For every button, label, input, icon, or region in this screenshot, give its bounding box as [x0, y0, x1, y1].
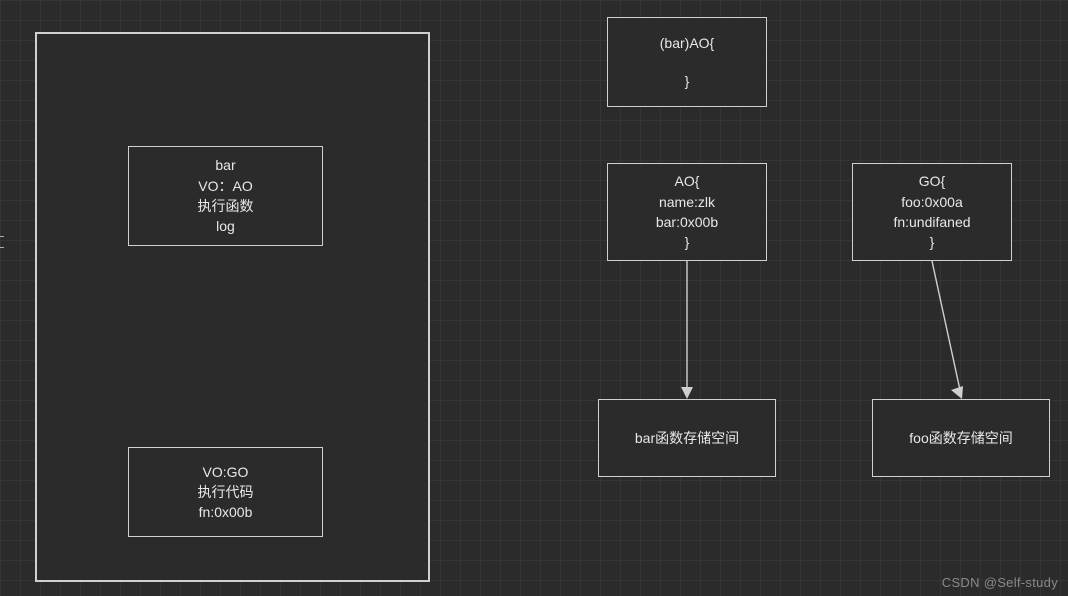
- vogo-line1: VO:GO: [203, 462, 249, 482]
- go-box: GO{ foo:0x00a fn:undifaned }: [852, 163, 1012, 261]
- go-line4: }: [930, 232, 935, 252]
- watermark: CSDN @Self-study: [942, 575, 1058, 590]
- bar-storage-label: bar函数存储空间: [635, 428, 739, 448]
- left-edge-tick: [0, 236, 4, 248]
- bar-ao-box: (bar)AO{ }: [607, 17, 767, 107]
- bar-line4: log: [216, 216, 235, 236]
- vo-go-box: VO:GO 执行代码 fn:0x00b: [128, 447, 323, 537]
- diagram-canvas: bar VO：AO 执行函数 log VO:GO 执行代码 fn:0x00b (…: [0, 0, 1068, 596]
- ao-box: AO{ name:zlk bar:0x00b }: [607, 163, 767, 261]
- vogo-line2: 执行代码: [198, 482, 254, 502]
- vogo-line3: fn:0x00b: [199, 502, 253, 522]
- bar-execution-box: bar VO：AO 执行函数 log: [128, 146, 323, 246]
- barAO-line2: }: [685, 71, 690, 91]
- go-line1: GO{: [919, 171, 945, 191]
- bar-line2: VO：AO: [198, 176, 252, 196]
- ao-line1: AO{: [675, 171, 700, 191]
- bar-line1: bar: [215, 155, 235, 175]
- go-line2: foo:0x00a: [901, 192, 963, 212]
- foo-storage-box: foo函数存储空间: [872, 399, 1050, 477]
- ao-line4: }: [685, 232, 690, 252]
- bar-line3: 执行函数: [198, 196, 254, 216]
- go-line3: fn:undifaned: [893, 212, 970, 232]
- ao-line3: bar:0x00b: [656, 212, 718, 232]
- foo-storage-label: foo函数存储空间: [909, 428, 1012, 448]
- bar-storage-box: bar函数存储空间: [598, 399, 776, 477]
- ao-line2: name:zlk: [659, 192, 715, 212]
- barAO-line1: (bar)AO{: [660, 33, 714, 53]
